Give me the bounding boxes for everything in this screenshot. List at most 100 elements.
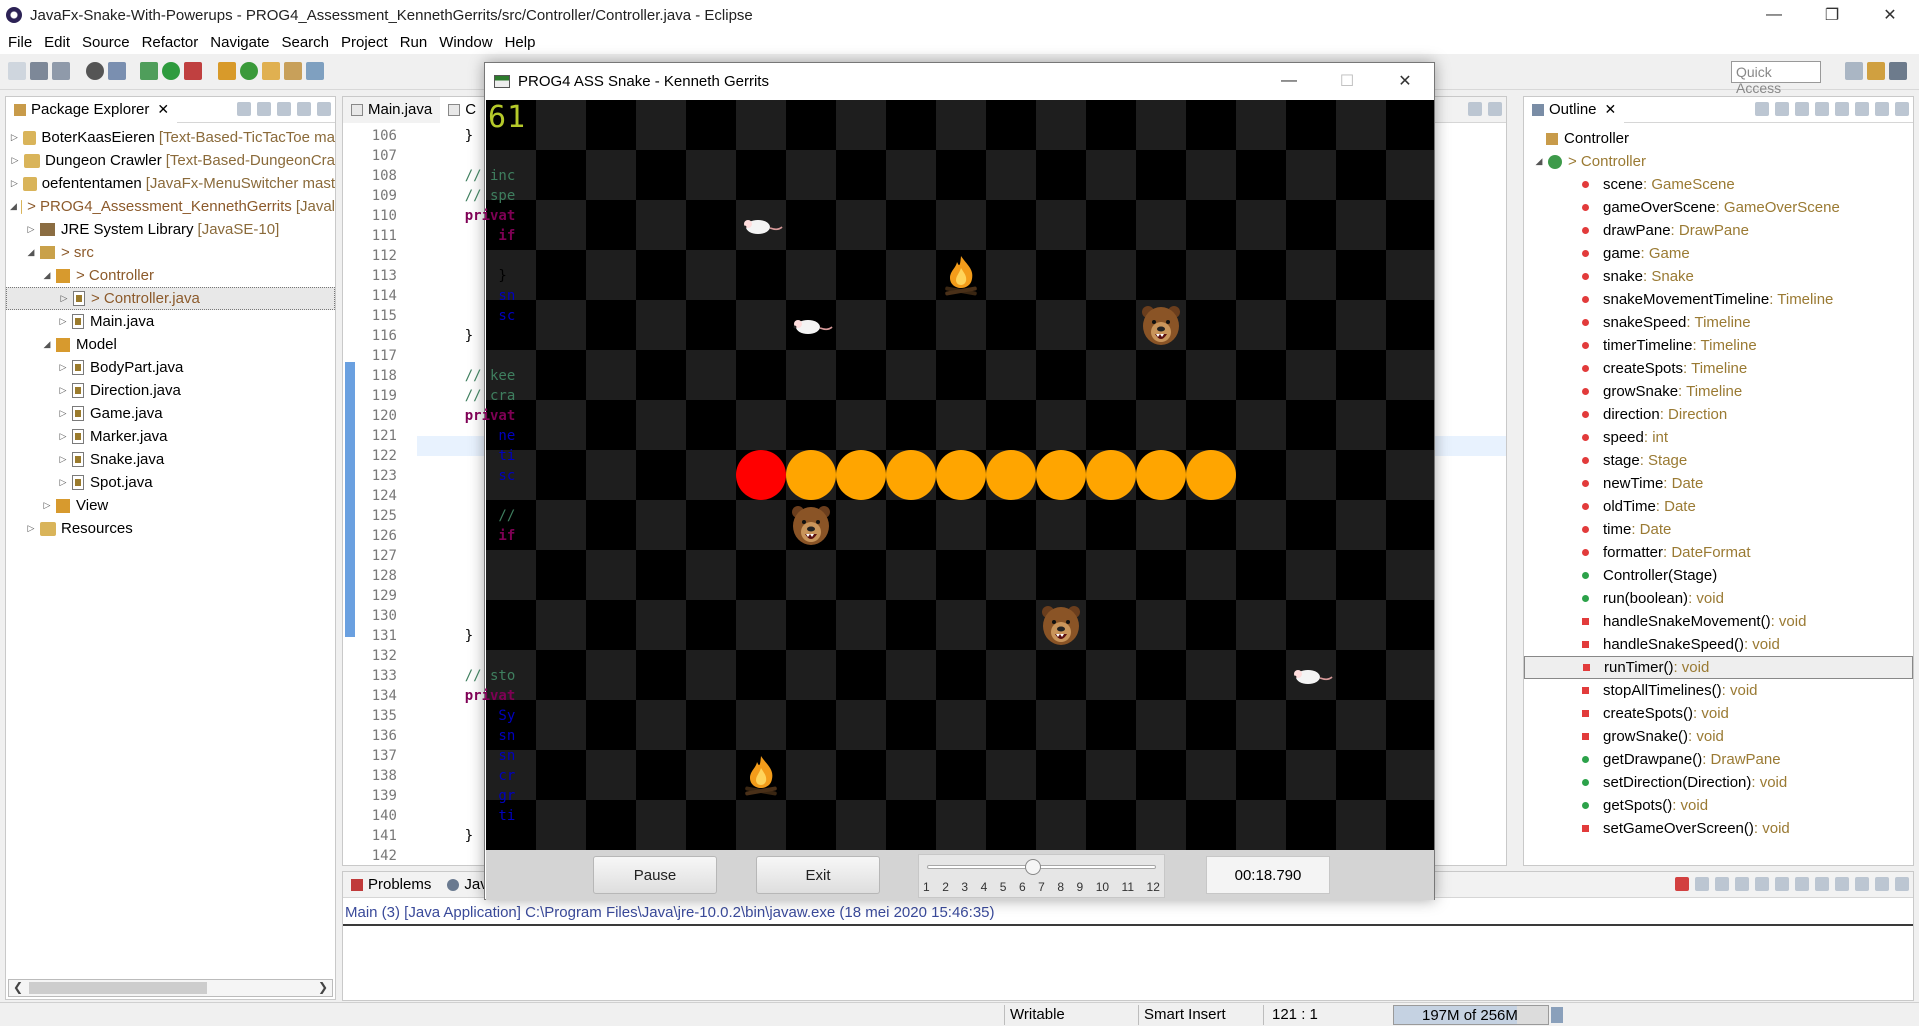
tree-item[interactable]: ◢ > Controller xyxy=(6,264,335,287)
chevron-right-icon[interactable]: ▷ xyxy=(58,362,68,373)
chevron-right-icon[interactable]: ▷ xyxy=(59,293,69,304)
tree-item[interactable]: ▷ Direction.java xyxy=(6,379,335,402)
heap-status[interactable]: 197M of 256M xyxy=(1393,1005,1549,1025)
slider-thumb[interactable] xyxy=(1024,859,1041,875)
tree-item[interactable]: ◢ > PROG4_Assessment_KennethGerrits [Javal xyxy=(6,195,335,218)
chevron-down-icon[interactable]: ◢ xyxy=(1534,156,1544,167)
remove-launch-icon[interactable] xyxy=(1695,877,1709,891)
view-menu-icon[interactable] xyxy=(277,102,291,116)
new-icon[interactable] xyxy=(8,62,26,80)
chevron-right-icon[interactable]: ▷ xyxy=(58,477,68,488)
tree-item[interactable]: ▷ > Controller.java xyxy=(6,287,335,310)
chevron-right-icon[interactable]: ▷ xyxy=(42,500,52,511)
maximize-view-icon[interactable] xyxy=(1895,877,1909,891)
chevron-right-icon[interactable]: ▷ xyxy=(26,523,36,534)
outline-member[interactable]: getSpots() : void xyxy=(1524,794,1913,817)
search-icon[interactable] xyxy=(284,62,302,80)
menu-navigate[interactable]: Navigate xyxy=(206,34,277,51)
close-icon[interactable]: ✕ xyxy=(157,101,169,118)
outline-member[interactable]: handleSnakeMovement() : void xyxy=(1524,610,1913,633)
run-icon[interactable] xyxy=(162,62,180,80)
step-icon[interactable] xyxy=(140,62,158,80)
debug-icon[interactable] xyxy=(86,62,104,80)
outline-member[interactable]: handleSnakeSpeed() : void xyxy=(1524,633,1913,656)
chevron-right-icon[interactable]: ▷ xyxy=(10,132,19,143)
sort-icon[interactable] xyxy=(1775,102,1789,116)
outline-member[interactable]: direction : Direction xyxy=(1524,403,1913,426)
minimize-view-icon[interactable] xyxy=(297,102,311,116)
chevron-right-icon[interactable]: ▷ xyxy=(10,155,20,166)
java-perspective-icon[interactable] xyxy=(1867,62,1885,80)
outline-member[interactable]: getDrawpane() : DrawPane xyxy=(1524,748,1913,771)
collapse-all-icon[interactable] xyxy=(1755,102,1769,116)
tree-item[interactable]: ▷ Resources xyxy=(6,517,335,540)
outline-member[interactable]: stopAllTimelines() : void xyxy=(1524,679,1913,702)
chevron-right-icon[interactable]: ▷ xyxy=(58,454,68,465)
remove-all-icon[interactable] xyxy=(1715,877,1729,891)
outline-member[interactable]: speed : int xyxy=(1524,426,1913,449)
tab-package-explorer[interactable]: Package Explorer ✕ xyxy=(6,96,178,123)
new-class-icon[interactable] xyxy=(240,62,258,80)
tree-item[interactable]: ◢ Model xyxy=(6,333,335,356)
tab-main-java[interactable]: Main.java xyxy=(343,96,441,123)
chevron-right-icon[interactable]: ▷ xyxy=(26,224,36,235)
outline-member[interactable]: stage : Stage xyxy=(1524,449,1913,472)
tab-problems[interactable]: Problems xyxy=(343,872,439,898)
minimize-button[interactable]: — xyxy=(1745,0,1803,30)
terminate-icon[interactable] xyxy=(1675,877,1689,891)
outline-member[interactable]: snakeSpeed : Timeline xyxy=(1524,311,1913,334)
outline-member[interactable]: oldTime : Date xyxy=(1524,495,1913,518)
scroll-right-icon[interactable]: ❯ xyxy=(318,980,328,994)
debug-perspective-icon[interactable] xyxy=(1889,62,1907,80)
gc-icon[interactable] xyxy=(1551,1007,1563,1023)
minimize-view-icon[interactable] xyxy=(1468,102,1482,116)
tree-item[interactable]: ◢ > src xyxy=(6,241,335,264)
menu-edit[interactable]: Edit xyxy=(40,34,78,51)
close-button[interactable]: ✕ xyxy=(1861,0,1919,30)
display-console-icon[interactable] xyxy=(1835,877,1849,891)
minimize-view-icon[interactable] xyxy=(1875,102,1889,116)
game-minimize-button[interactable]: — xyxy=(1260,63,1318,99)
clear-console-icon[interactable] xyxy=(1735,877,1749,891)
outline-member[interactable]: growSnake() : void xyxy=(1524,725,1913,748)
exit-button[interactable]: Exit xyxy=(756,856,880,894)
scrollbar-thumb[interactable] xyxy=(29,982,207,994)
menu-run[interactable]: Run xyxy=(396,34,436,51)
outline-member[interactable]: formatter : DateFormat xyxy=(1524,541,1913,564)
hide-static-icon[interactable] xyxy=(1815,102,1829,116)
outline-member[interactable]: gameOverScene : GameOverScene xyxy=(1524,196,1913,219)
maximize-view-icon[interactable] xyxy=(317,102,331,116)
tree-item[interactable]: ▷ Spot.java xyxy=(6,471,335,494)
menu-source[interactable]: Source xyxy=(78,34,138,51)
maximize-button[interactable]: ❐ xyxy=(1803,0,1861,30)
chevron-right-icon[interactable]: ▷ xyxy=(58,408,68,419)
outline-member[interactable]: newTime : Date xyxy=(1524,472,1913,495)
outline-member[interactable]: Controller(Stage) xyxy=(1524,564,1913,587)
collapse-all-icon[interactable] xyxy=(237,102,251,116)
open-console-icon[interactable] xyxy=(1855,877,1869,891)
tree-item[interactable]: ▷ JRE System Library [JavaSE-10] xyxy=(6,218,335,241)
open-perspective-icon[interactable] xyxy=(1845,62,1863,80)
tab-controller-java[interactable]: C xyxy=(440,96,485,123)
scroll-lock-icon[interactable] xyxy=(1755,877,1769,891)
pin-console-icon[interactable] xyxy=(1815,877,1829,891)
horizontal-scrollbar[interactable]: ❮ ❯ xyxy=(8,979,333,997)
hide-fields-icon[interactable] xyxy=(1795,102,1809,116)
speed-slider[interactable]: 1 2 3 4 5 6 7 8 9 10 11 12 xyxy=(918,854,1165,898)
menu-help[interactable]: Help xyxy=(501,34,544,51)
outline-member[interactable]: run(boolean) : void xyxy=(1524,587,1913,610)
outline-member[interactable]: setGameOverScreen() : void xyxy=(1524,817,1913,840)
quick-access-input[interactable]: Quick Access xyxy=(1731,61,1821,96)
outline-class[interactable]: ◢ > Controller xyxy=(1524,150,1913,173)
outline-member[interactable]: growSnake : Timeline xyxy=(1524,380,1913,403)
tree-item[interactable]: ▷ BoterKaasEieren [Text-Based-TicTacToe ma xyxy=(6,126,335,149)
chevron-down-icon[interactable]: ◢ xyxy=(42,270,52,281)
show-console-icon[interactable] xyxy=(1795,877,1809,891)
chevron-down-icon[interactable]: ◢ xyxy=(42,339,52,350)
hide-nonpublic-icon[interactable] xyxy=(1835,102,1849,116)
maximize-view-icon[interactable] xyxy=(1488,102,1502,116)
outline-root[interactable]: Controller xyxy=(1524,127,1913,150)
tree-item[interactable]: ▷ Snake.java xyxy=(6,448,335,471)
save-all-icon[interactable] xyxy=(52,62,70,80)
chevron-right-icon[interactable]: ▷ xyxy=(58,385,68,396)
